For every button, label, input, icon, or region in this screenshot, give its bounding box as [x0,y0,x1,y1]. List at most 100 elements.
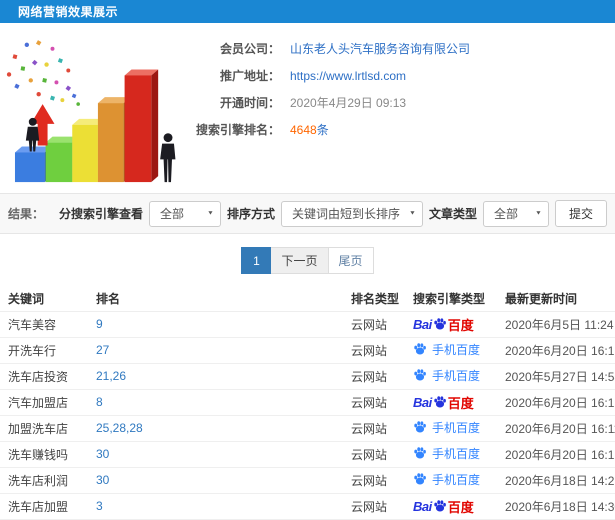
keyword-cell: 开洗车行 [0,337,88,364]
submit-button[interactable]: 提交 [554,200,607,227]
baidu-paw-icon [414,447,426,459]
table-row: 加盟洗车店 25,28,28 云网站 手机百度 2020年6月20日 16:11 [0,415,615,442]
engine-type-cell: Bai 百度 [405,493,497,520]
table-row: 洗车店加盟 3 云网站 Bai 百度 2020年6月18日 14:30 [0,493,615,520]
rank-link[interactable]: 9 [96,317,103,331]
update-time-cell: 2020年6月18日 14:30 [497,493,615,520]
rank-link[interactable]: 25,28,28 [96,421,143,435]
rank-type-cell: 云网站 [343,389,405,416]
keyword-cell: 洗车店利润 [0,467,88,494]
col-engine-type: 搜索引擎类型 [405,286,497,312]
keyword-cell: 洗车赚钱吗 [0,441,88,468]
app-header: 网络营销效果展示 [0,0,615,23]
engine-type-cell: 手机百度 [405,441,497,468]
rank-link[interactable]: 27 [96,343,109,357]
update-time-cell: 2020年6月20日 16:11 [497,415,615,442]
rank-count-label: 搜索引擎排名： [195,123,280,137]
page-title: 网络营销效果展示 [18,5,119,19]
mobile-baidu-logo: 手机百度 [413,367,480,384]
keyword-cell: 洗车店加盟 [0,493,88,520]
engine-type-cell: Bai 百度 [405,311,497,338]
baidu-paw-icon [414,421,426,433]
update-time-cell: 2020年6月18日 14:27 [497,467,615,494]
table-row: 洗车店投资 21,26 云网站 手机百度 2020年5月27日 14:58 [0,363,615,390]
baidu-paw-icon [414,369,426,381]
profile-panel: 会员公司： 山东老人头汽车服务咨询有限公司 推广地址： https://www.… [0,23,615,193]
keyword-cell: 加盟洗车店 [0,415,88,442]
col-update-time: 最新更新时间 [497,286,615,312]
engine-type-cell: 手机百度 [405,337,497,364]
baidu-logo: Bai 百度 [413,498,474,515]
rank-cell: 9 [88,311,343,338]
keyword-cell: 汽车美容 [0,311,88,338]
rank-cell: 3 [88,493,343,520]
rank-cell: 30 [88,441,343,468]
open-time-label: 开通时间： [219,96,280,110]
table-row: 洗车赚钱吗 30 云网站 手机百度 2020年6月20日 16:12 [0,441,615,468]
baidu-paw-icon [434,318,446,330]
engine-filter-value: 全部 [159,207,184,221]
update-time-cell: 2020年6月20日 16:12 [497,389,615,416]
keyword-cell: 洗车店投资 [0,363,88,390]
rank-link[interactable]: 30 [96,473,109,487]
rank-type-cell: 云网站 [343,337,405,364]
rank-count-value: 4648条 [290,123,329,137]
promo-url-link[interactable]: https://www.lrtlsd.com [290,69,406,83]
update-time-cell: 2020年6月5日 11:24 [497,311,615,338]
chevron-down-icon: ▼ [409,210,416,217]
rank-cell: 30 [88,467,343,494]
results-table: 关键词 排名 排名类型 搜索引擎类型 最新更新时间 汽车美容 9 云网站 Bai 百度 2… [0,286,615,520]
mobile-baidu-logo: 手机百度 [413,471,480,488]
type-filter-select[interactable]: 全部 ▼ [482,200,549,227]
update-time-cell: 2020年6月20日 16:16 [497,337,615,364]
rank-link[interactable]: 3 [96,499,103,513]
rank-type-cell: 云网站 [343,493,405,520]
company-label: 会员公司： [219,42,280,56]
table-row: 洗车店利润 30 云网站 手机百度 2020年6月18日 14:27 [0,467,615,494]
sort-filter-select[interactable]: 关键词由短到长排序 ▼ [280,200,423,227]
promo-url-label: 推广地址： [219,69,280,83]
engine-filter-select[interactable]: 全部 ▼ [148,200,221,227]
promo-url-field: 推广地址： https://www.lrtlsd.com [188,62,470,89]
engine-type-cell: Bai 百度 [405,389,497,416]
rank-cell: 21,26 [88,363,343,390]
update-time-cell: 2020年5月27日 14:58 [497,363,615,390]
mobile-baidu-logo: 手机百度 [413,341,480,358]
baidu-paw-icon [434,500,446,512]
confetti-dots [6,40,80,106]
engine-filter-label: 分搜索引擎查看 [58,207,143,221]
rank-cell: 8 [88,389,343,416]
last-page-button[interactable]: 尾页 [327,247,374,274]
rank-type-cell: 云网站 [343,311,405,338]
table-row: 开洗车行 27 云网站 手机百度 2020年6月20日 16:16 [0,337,615,364]
table-row: 汽车美容 9 云网站 Bai 百度 2020年6月5日 11:24 [0,311,615,338]
table-body: 汽车美容 9 云网站 Bai 百度 2020年6月5日 11:24 开洗车行 27 云网站 手机百… [0,311,615,520]
update-time-cell: 2020年6月20日 16:12 [497,441,615,468]
chevron-down-icon: ▼ [207,210,214,217]
type-filter-value: 全部 [493,207,518,221]
open-time-value: 2020年4月29日 09:13 [290,96,407,110]
rank-count-field: 搜索引擎排名： 4648条 [188,116,470,143]
rank-link[interactable]: 8 [96,395,103,409]
bar-chart-illustration [6,40,176,183]
type-filter-label: 文章类型 [428,207,477,221]
baidu-logo: Bai 百度 [413,394,474,411]
baidu-paw-icon [434,396,446,408]
bars [14,69,159,183]
pagination: 1 下一页 尾页 [0,234,615,286]
engine-type-cell: 手机百度 [405,363,497,390]
rank-type-cell: 云网站 [343,363,405,390]
company-link[interactable]: 山东老人头汽车服务咨询有限公司 [290,40,470,57]
rank-link[interactable]: 21,26 [96,369,126,383]
col-keyword: 关键词 [0,286,88,312]
rank-type-cell: 云网站 [343,415,405,442]
rank-link[interactable]: 30 [96,447,109,461]
engine-type-cell: 手机百度 [405,467,497,494]
page-1-button[interactable]: 1 [241,247,272,274]
col-rank-type: 排名类型 [343,286,405,312]
next-page-button[interactable]: 下一页 [270,247,329,274]
rank-type-cell: 云网站 [343,467,405,494]
mobile-baidu-logo: 手机百度 [413,445,480,462]
open-time-field: 开通时间： 2020年4月29日 09:13 [188,89,470,116]
table-header-row: 关键词 排名 排名类型 搜索引擎类型 最新更新时间 [0,286,615,312]
